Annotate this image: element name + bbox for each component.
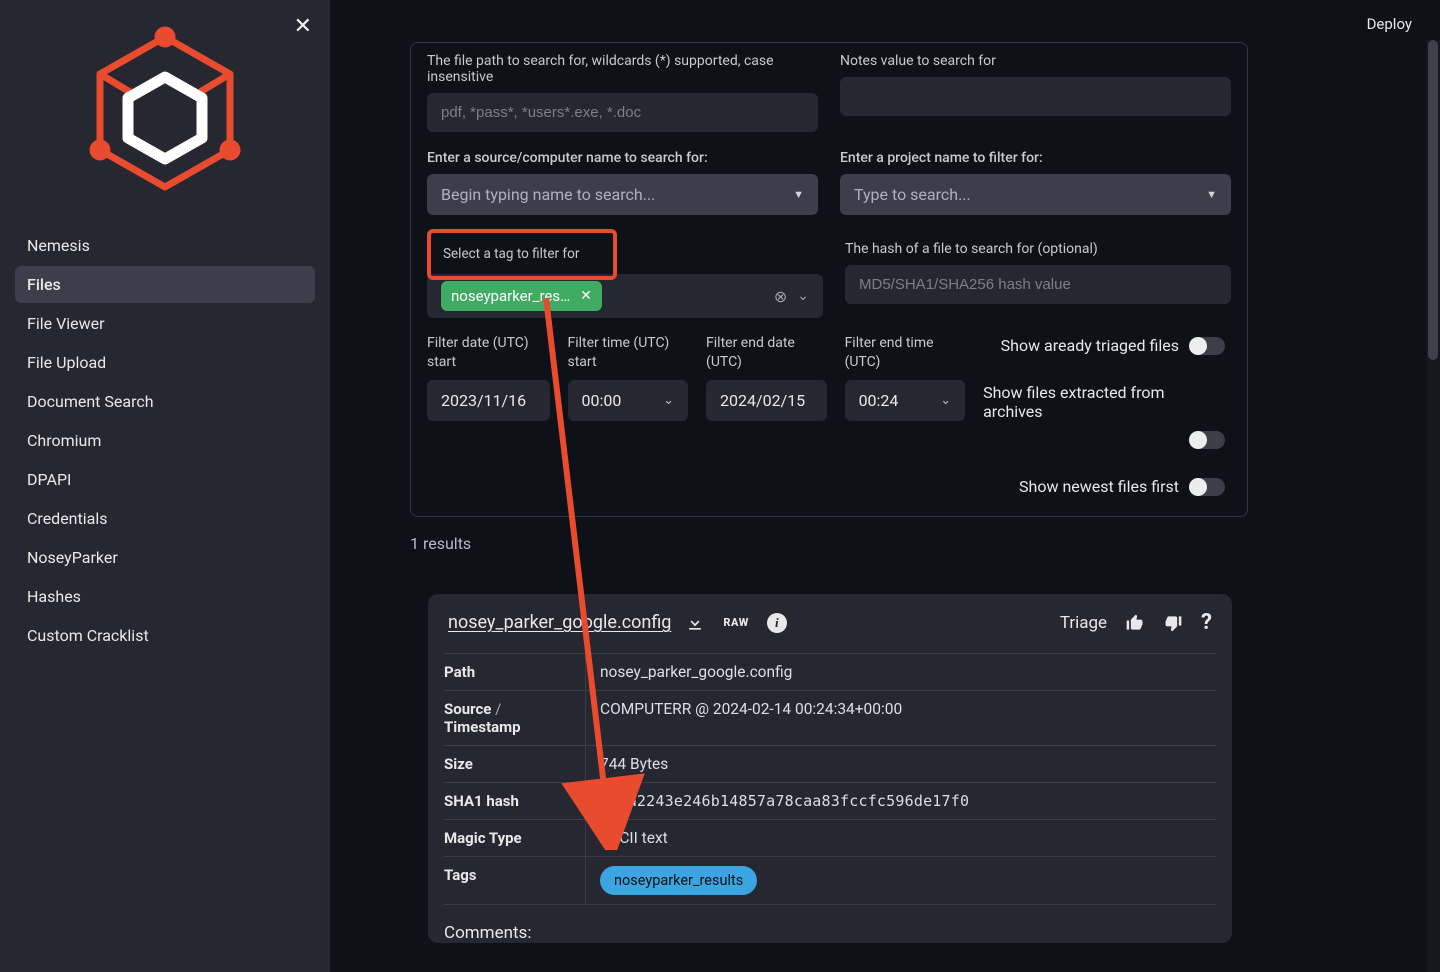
detail-key: Tags <box>444 857 586 904</box>
triage-label: Triage <box>1060 613 1107 633</box>
detail-row-size: Size 744 Bytes <box>444 745 1216 782</box>
detail-row-magic: Magic Type ASCII text <box>444 819 1216 856</box>
result-title[interactable]: nosey_parker_google.config <box>448 612 671 633</box>
tag-chip-remove-icon[interactable]: ✕ <box>580 288 592 304</box>
sidebar-item-credentials[interactable]: Credentials <box>15 500 315 537</box>
tag-label: Select a tag to filter for <box>443 246 579 262</box>
path-label: The file path to search for, wildcards (… <box>427 53 818 85</box>
project-select[interactable]: Type to search... ▼ <box>840 174 1231 215</box>
sidebar-item-hashes[interactable]: Hashes <box>15 578 315 615</box>
time-end-input[interactable]: 00:24 ⌄ <box>845 380 966 421</box>
source-placeholder: Begin typing name to search... <box>441 185 655 204</box>
sidebar-item-files[interactable]: Files <box>15 266 315 303</box>
detail-key: SHA1 hash <box>444 783 586 819</box>
sidebar-item-custom-cracklist[interactable]: Custom Cracklist <box>15 617 315 654</box>
scrollbar-thumb[interactable] <box>1428 40 1438 360</box>
sidebar: ✕ Nemesis Files File Viewer File Upload … <box>0 0 330 972</box>
tag-highlight-box: Select a tag to filter for <box>427 229 617 280</box>
thumbs-down-icon[interactable] <box>1163 613 1183 633</box>
sidebar-item-file-viewer[interactable]: File Viewer <box>15 305 315 342</box>
source-select[interactable]: Begin typing name to search... ▼ <box>427 174 818 215</box>
date-start-input[interactable]: 2023/11/16 <box>427 380 550 421</box>
toggle-extracted[interactable] <box>1191 431 1225 449</box>
path-input[interactable] <box>427 93 818 132</box>
tag-pill[interactable]: noseyparker_results <box>600 866 757 895</box>
time-start-label: Filter time (UTC) start <box>568 334 689 372</box>
raw-button[interactable]: RAW <box>723 616 748 629</box>
time-start-value: 00:00 <box>582 391 622 410</box>
notes-label: Notes value to search for <box>840 53 1231 69</box>
help-icon[interactable]: ? <box>1201 610 1212 635</box>
detail-val: ASCII text <box>586 820 1216 856</box>
project-label: Enter a project name to filter for: <box>840 150 1231 166</box>
detail-val: noseyparker_results <box>586 857 1216 904</box>
detail-val: nosey_parker_google.config <box>586 654 1216 690</box>
deploy-button[interactable]: Deploy <box>1367 15 1412 33</box>
date-end-value: 2024/02/15 <box>720 391 805 410</box>
caret-down-icon: ▼ <box>1206 188 1217 201</box>
sidebar-item-nemesis[interactable]: Nemesis <box>15 227 315 264</box>
toggle-triaged-label: Show aready triaged files <box>1001 336 1179 355</box>
hash-input[interactable] <box>845 265 1231 304</box>
download-icon[interactable] <box>685 613 705 633</box>
sidebar-item-file-upload[interactable]: File Upload <box>15 344 315 381</box>
close-icon[interactable]: ✕ <box>294 14 312 39</box>
detail-row-sha1: SHA1 hash 7a1a2243e246b14857a78caa83fccf… <box>444 782 1216 819</box>
detail-row-source: Source / Timestamp COMPUTERR @ 2024-02-1… <box>444 690 1216 745</box>
scrollbar[interactable] <box>1426 40 1440 972</box>
detail-key: Size <box>444 746 586 782</box>
sidebar-item-document-search[interactable]: Document Search <box>15 383 315 420</box>
filter-card: The file path to search for, wildcards (… <box>410 42 1248 517</box>
logo-icon <box>80 22 250 202</box>
tag-select[interactable]: noseyparker_res… ✕ ⊗ ⌄ <box>427 274 823 318</box>
tag-clear-icon[interactable]: ⊗ <box>774 287 787 306</box>
thumbs-up-icon[interactable] <box>1125 613 1145 633</box>
toggle-triaged[interactable] <box>1191 337 1225 355</box>
info-icon[interactable]: i <box>767 613 787 633</box>
date-start-value: 2023/11/16 <box>441 391 526 410</box>
sidebar-item-chromium[interactable]: Chromium <box>15 422 315 459</box>
toggle-newest[interactable] <box>1191 478 1225 496</box>
detail-val: 744 Bytes <box>586 746 1216 782</box>
detail-val: COMPUTERR @ 2024-02-14 00:24:34+00:00 <box>586 691 1216 745</box>
detail-key: Source / Timestamp <box>444 691 586 745</box>
time-start-input[interactable]: 00:00 ⌄ <box>568 380 689 421</box>
sidebar-nav: Nemesis Files File Viewer File Upload Do… <box>0 227 330 654</box>
date-end-label: Filter end date (UTC) <box>706 334 827 372</box>
chevron-down-icon: ⌄ <box>663 393 674 408</box>
results-count: 1 results <box>410 534 471 553</box>
hash-label: The hash of a file to search for (option… <box>845 241 1231 257</box>
caret-down-icon: ▼ <box>793 188 804 201</box>
tag-chip-label: noseyparker_res… <box>451 287 570 305</box>
date-start-label: Filter date (UTC) start <box>427 334 550 372</box>
detail-val: 7a1a2243e246b14857a78caa83fccfc596de17f0 <box>586 783 1216 819</box>
sidebar-item-dpapi[interactable]: DPAPI <box>15 461 315 498</box>
detail-key: Magic Type <box>444 820 586 856</box>
time-end-value: 00:24 <box>859 391 899 410</box>
toggle-newest-label: Show newest files first <box>1019 477 1179 496</box>
tag-chip: noseyparker_res… ✕ <box>441 281 602 311</box>
sidebar-item-noseyparker[interactable]: NoseyParker <box>15 539 315 576</box>
comments-label: Comments: <box>428 913 1232 943</box>
logo <box>0 12 330 227</box>
detail-row-tags: Tags noseyparker_results <box>444 856 1216 905</box>
source-label: Enter a source/computer name to search f… <box>427 150 818 166</box>
project-placeholder: Type to search... <box>854 185 971 204</box>
notes-input[interactable] <box>840 77 1231 116</box>
time-end-label: Filter end time (UTC) <box>845 334 966 372</box>
chevron-down-icon[interactable]: ⌄ <box>797 288 809 304</box>
detail-key: Path <box>444 654 586 690</box>
detail-row-path: Path nosey_parker_google.config <box>444 653 1216 690</box>
date-end-input[interactable]: 2024/02/15 <box>706 380 827 421</box>
result-card: nosey_parker_google.config RAW i Triage … <box>428 594 1232 943</box>
toggle-extracted-label: Show files extracted from archives <box>983 383 1225 421</box>
chevron-down-icon: ⌄ <box>940 393 951 408</box>
